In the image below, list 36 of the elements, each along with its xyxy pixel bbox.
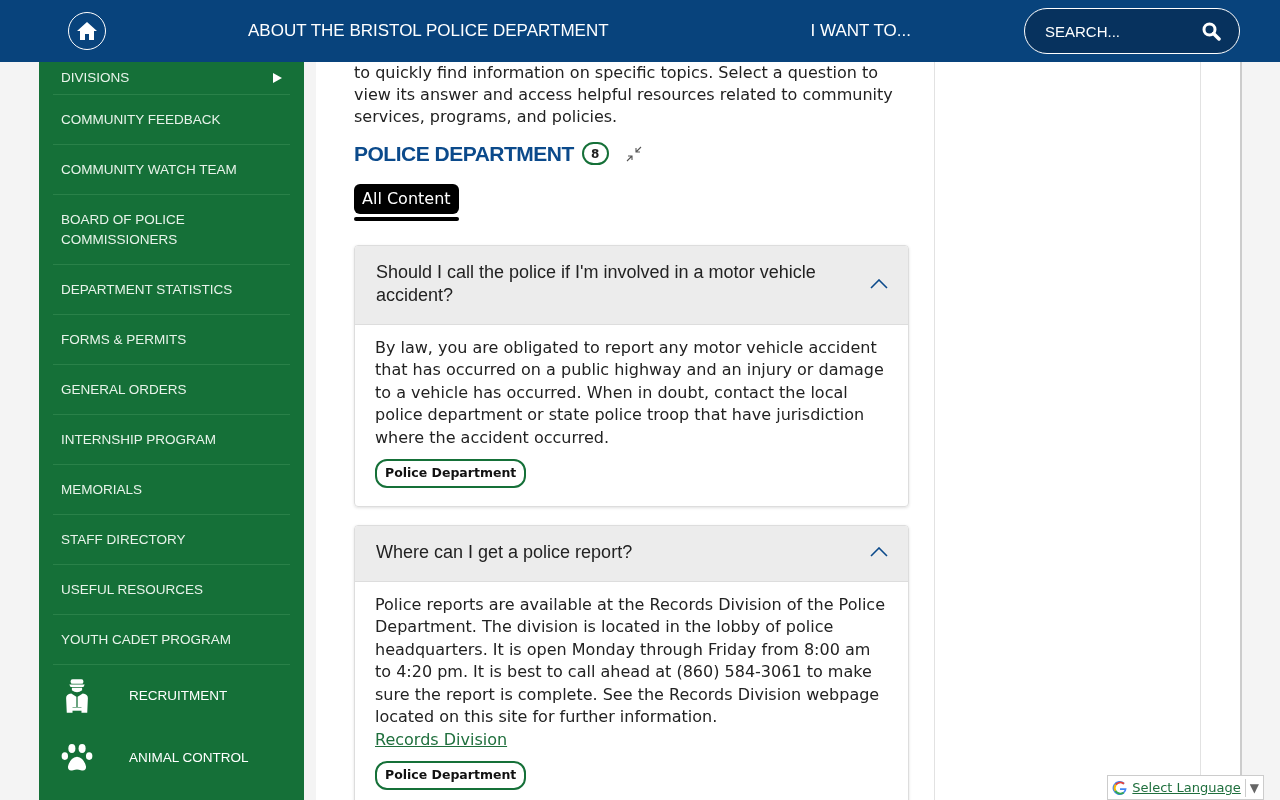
category-tab[interactable]: All Content [354,183,459,214]
sidebar-item[interactable]: STAFF DIRECTORY [53,515,290,565]
sidebar-item[interactable]: COMMUNITY WATCH TEAM [53,145,290,195]
search-icon[interactable] [1202,22,1221,41]
sidebar-item[interactable]: BOARD OF POLICE COMMISSIONERS [53,195,290,265]
chevron-up-icon [870,278,888,289]
sidebar-item[interactable]: USEFUL RESOURCES [53,565,290,615]
sidebar-item[interactable]: FORMS & PERMITS [53,315,290,365]
nav-link[interactable]: ABOUT THE BRISTOL POLICE DEPARTMENT [248,18,609,44]
sidebar-item[interactable]: DIVISIONS [53,62,290,95]
nav-link[interactable]: I WANT TO... [810,18,911,44]
home-icon[interactable] [76,21,98,41]
feature-link-label[interactable]: RECRUITMENT [129,685,228,707]
answer-link[interactable]: Records Division [375,729,508,749]
faq-answer: Police reports are available at the Records Division of the Police Department. The division is located in the lobby of police headquarters. It is open Monday through Friday from 8:00 am to 4:20 pm. It is best to call ahead at (860) 584-3061 to make sure the report is complete. See the Records Division webpage located on this site for further information. [375,593,886,728]
faq-answer: By law, you are obligated to report any motor vehicle accident that has occurred on a public highway and an injury or damage to a vehicle has occurred. When in doubt, contact the local police department or state police troop that have jurisdiction where the accident occurred. [375,336,885,449]
sidebar-item[interactable]: DEPARTMENT STATISTICS [53,265,290,315]
feature-link-label[interactable]: ANIMAL CONTROL [129,747,249,769]
search-field[interactable]: SEARCH... [1024,8,1240,54]
expand-arrow-icon[interactable] [273,73,282,83]
sidebar-item[interactable]: COMMUNITY FEEDBACK [53,95,290,145]
sidebar-item[interactable]: YOUTH CADET PROGRAM [53,615,290,665]
language-selector[interactable]: Select Language ▼ [1107,775,1264,800]
sidebar-item[interactable]: MEMORIALS [53,465,290,515]
topic-tag[interactable]: Police Department [375,761,527,790]
topic-tag[interactable]: Police Department [375,459,527,488]
chevron-up-icon [870,547,888,557]
category-heading: POLICE DEPARTMENT [354,141,574,167]
collapse-icon[interactable] [624,144,643,163]
sidebar-item[interactable]: GENERAL ORDERS [53,365,290,415]
intro-text: to quickly find information on specific topics. Select a question to view its answer and access helpful resources related to community services, programs, and policies. [354,62,894,128]
sidebar-item[interactable]: INTERNSHIP PROGRAM [53,415,290,465]
faq-question[interactable]: Where can I get a police report? [355,525,908,582]
google-icon [1112,779,1129,796]
count-badge: 8 [581,142,609,166]
faq-question[interactable]: Should I call the police if I'm involved in a motor vehicle accident? [355,245,908,325]
